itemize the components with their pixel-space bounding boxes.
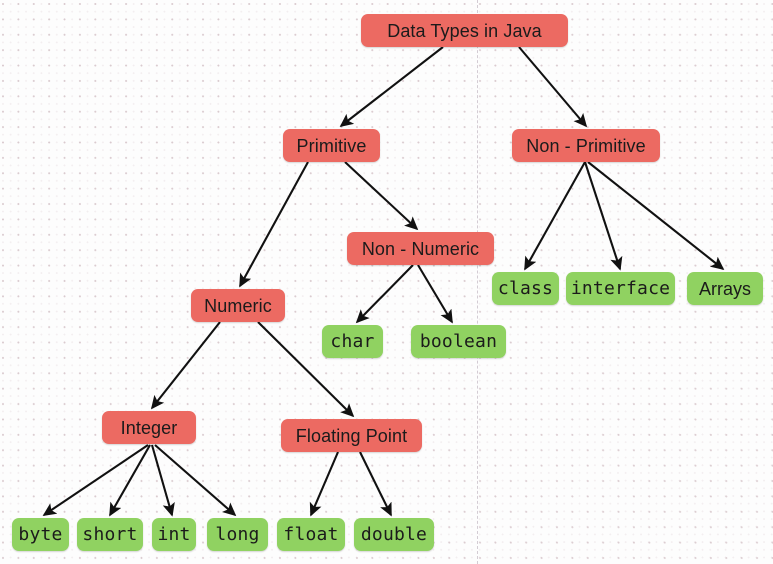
node-class[interactable]: class (492, 272, 559, 305)
node-label-float: float (283, 523, 339, 545)
vertical-guideline (477, 0, 478, 564)
node-label-byte: byte (18, 523, 63, 545)
edge-nonprim-to-class (524, 161, 586, 271)
node-char[interactable]: char (322, 325, 383, 358)
node-label-integer: Integer (120, 417, 178, 438)
node-label-class: class (497, 277, 554, 299)
edge-floating-to-float (309, 451, 339, 517)
node-primitive[interactable]: Primitive (283, 129, 380, 162)
node-numeric[interactable]: Numeric (191, 289, 285, 322)
node-short[interactable]: short (77, 518, 143, 551)
node-label-int: int (157, 523, 191, 545)
node-arrays[interactable]: Arrays (687, 272, 763, 305)
edge-floating-to-double (359, 451, 392, 517)
node-byte[interactable]: byte (12, 518, 69, 551)
edge-integer-to-int (150, 444, 175, 517)
node-interface[interactable]: interface (566, 272, 675, 305)
node-float[interactable]: float (277, 518, 345, 551)
node-label-interface: interface (570, 277, 671, 299)
edge-integer-to-byte (42, 444, 149, 516)
edge-integer-to-long (154, 444, 237, 517)
edge-nonprim-to-interface (584, 161, 623, 271)
edge-primitive-to-nonnumeric (344, 161, 419, 231)
node-root[interactable]: Data Types in Java (361, 14, 568, 47)
node-label-root: Data Types in Java (387, 20, 542, 41)
node-label-char: char (330, 330, 375, 352)
node-nonnumeric[interactable]: Non - Numeric (347, 232, 494, 265)
node-label-double: double (360, 523, 428, 545)
node-label-numeric: Numeric (204, 295, 272, 316)
edge-root-to-nonprim (518, 46, 588, 128)
node-label-nonprim: Non - Primitive (526, 135, 646, 156)
edge-nonprim-to-arrays (587, 161, 725, 271)
node-boolean[interactable]: boolean (411, 325, 506, 358)
node-nonprim[interactable]: Non - Primitive (512, 129, 660, 162)
edge-root-to-primitive (339, 46, 444, 128)
edge-primitive-to-numeric (239, 161, 309, 288)
node-label-boolean: boolean (419, 330, 498, 352)
edge-integer-to-short (109, 444, 151, 517)
edge-nonnumeric-to-char (355, 264, 414, 324)
node-label-nonnumeric: Non - Numeric (361, 238, 480, 259)
node-double[interactable]: double (354, 518, 434, 551)
node-long[interactable]: long (207, 518, 268, 551)
node-int[interactable]: int (152, 518, 196, 551)
node-label-short: short (82, 523, 138, 545)
node-label-arrays: Arrays (698, 278, 751, 299)
node-floating[interactable]: Floating Point (281, 419, 422, 452)
node-label-long: long (215, 523, 260, 545)
node-label-primitive: Primitive (296, 135, 367, 156)
edge-nonnumeric-to-boolean (417, 264, 453, 324)
edge-numeric-to-integer (150, 321, 221, 410)
diagram-canvas: Data Types in Java Primitive Non - Primiti… (0, 0, 773, 564)
node-integer[interactable]: Integer (102, 411, 196, 444)
node-label-floating: Floating Point (295, 425, 408, 446)
